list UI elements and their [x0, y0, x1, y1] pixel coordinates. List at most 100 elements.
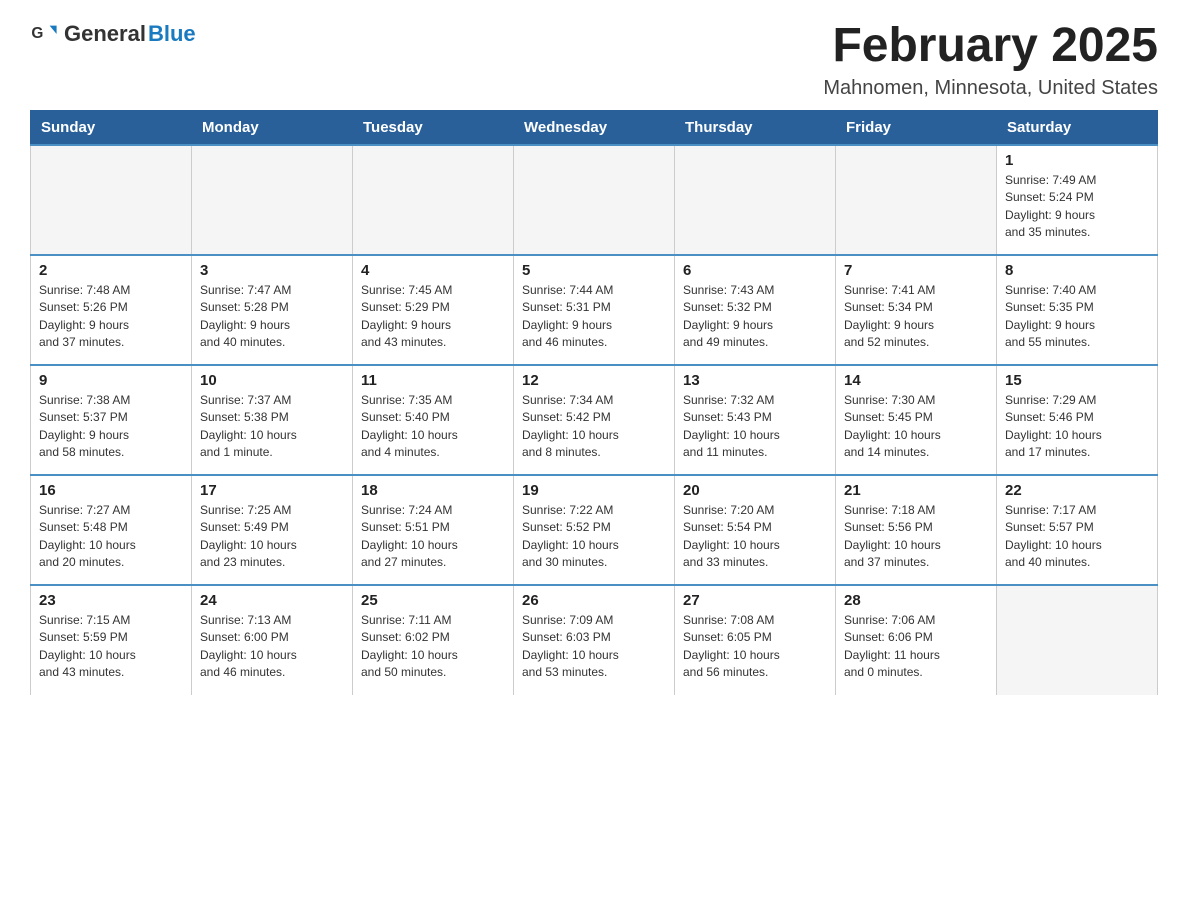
calendar-cell: 23 Sunrise: 7:15 AM Sunset: 5:59 PM Dayli…	[31, 585, 192, 695]
calendar-cell: 24 Sunrise: 7:13 AM Sunset: 6:00 PM Dayli…	[192, 585, 353, 695]
calendar-cell: 5 Sunrise: 7:44 AM Sunset: 5:31 PM Daylig…	[514, 255, 675, 365]
day-number: 27	[683, 592, 827, 609]
day-number: 12	[522, 372, 666, 389]
calendar-cell: 6 Sunrise: 7:43 AM Sunset: 5:32 PM Daylig…	[675, 255, 836, 365]
day-number: 23	[39, 592, 183, 609]
calendar-cell: 9Sunrise: 7:38 AM Sunset: 5:37 PM Daylig…	[31, 365, 192, 475]
calendar-cell: 27 Sunrise: 7:08 AM Sunset: 6:05 PM Dayli…	[675, 585, 836, 695]
calendar-title: February 2025	[823, 20, 1158, 73]
calendar-cell: 12 Sunrise: 7:34 AM Sunset: 5:42 PM Dayli…	[514, 365, 675, 475]
calendar-cell: 15Sunrise: 7:29 AM Sunset: 5:46 PM Dayli…	[997, 365, 1158, 475]
day-info: Sunrise: 7:13 AM Sunset: 6:00 PM Dayligh…	[200, 612, 344, 682]
day-number: 6	[683, 262, 827, 279]
day-info: Sunrise: 7:48 AM Sunset: 5:26 PM Dayligh…	[39, 282, 183, 352]
day-number: 7	[844, 262, 988, 279]
svg-text:G: G	[31, 25, 43, 42]
calendar-cell	[353, 145, 514, 255]
day-number: 1	[1005, 152, 1149, 169]
day-number: 8	[1005, 262, 1149, 279]
calendar-cell: 3Sunrise: 7:47 AM Sunset: 5:28 PM Daylig…	[192, 255, 353, 365]
calendar-week-3: 9Sunrise: 7:38 AM Sunset: 5:37 PM Daylig…	[31, 365, 1158, 475]
day-number: 20	[683, 482, 827, 499]
calendar-cell: 2 Sunrise: 7:48 AM Sunset: 5:26 PM Daylig…	[31, 255, 192, 365]
calendar-cell: 28 Sunrise: 7:06 AM Sunset: 6:06 PM Dayli…	[836, 585, 997, 695]
calendar-cell: 21 Sunrise: 7:18 AM Sunset: 5:56 PM Dayli…	[836, 475, 997, 585]
logo-blue: Blue	[148, 21, 196, 46]
calendar-cell	[192, 145, 353, 255]
day-info: Sunrise: 7:34 AM Sunset: 5:42 PM Dayligh…	[522, 392, 666, 462]
weekday-header-row: SundayMondayTuesdayWednesdayThursdayFrid…	[31, 110, 1158, 145]
day-info: Sunrise: 7:40 AM Sunset: 5:35 PM Dayligh…	[1005, 282, 1149, 352]
logo-general: General	[64, 21, 146, 46]
calendar-body: 1 Sunrise: 7:49 AM Sunset: 5:24 PM Daylig…	[31, 145, 1158, 695]
day-info: Sunrise: 7:24 AM Sunset: 5:51 PM Dayligh…	[361, 502, 505, 572]
day-info: Sunrise: 7:18 AM Sunset: 5:56 PM Dayligh…	[844, 502, 988, 572]
page-header: G GeneralBlue February 2025 Mahnomen, Mi…	[30, 20, 1158, 100]
calendar-cell: 22 Sunrise: 7:17 AM Sunset: 5:57 PM Dayli…	[997, 475, 1158, 585]
calendar-cell: 20 Sunrise: 7:20 AM Sunset: 5:54 PM Dayli…	[675, 475, 836, 585]
day-number: 26	[522, 592, 666, 609]
calendar-header: SundayMondayTuesdayWednesdayThursdayFrid…	[31, 110, 1158, 145]
calendar-subtitle: Mahnomen, Minnesota, United States	[823, 77, 1158, 100]
calendar-cell: 17Sunrise: 7:25 AM Sunset: 5:49 PM Dayli…	[192, 475, 353, 585]
calendar-cell: 8 Sunrise: 7:40 AM Sunset: 5:35 PM Daylig…	[997, 255, 1158, 365]
day-number: 11	[361, 372, 505, 389]
day-info: Sunrise: 7:25 AM Sunset: 5:49 PM Dayligh…	[200, 502, 344, 572]
day-number: 15	[1005, 372, 1149, 389]
calendar-cell	[836, 145, 997, 255]
day-info: Sunrise: 7:45 AM Sunset: 5:29 PM Dayligh…	[361, 282, 505, 352]
day-number: 2	[39, 262, 183, 279]
weekday-friday: Friday	[836, 110, 997, 145]
day-info: Sunrise: 7:09 AM Sunset: 6:03 PM Dayligh…	[522, 612, 666, 682]
day-number: 10	[200, 372, 344, 389]
calendar-cell	[31, 145, 192, 255]
day-info: Sunrise: 7:30 AM Sunset: 5:45 PM Dayligh…	[844, 392, 988, 462]
calendar-cell: 25Sunrise: 7:11 AM Sunset: 6:02 PM Dayli…	[353, 585, 514, 695]
day-number: 28	[844, 592, 988, 609]
day-info: Sunrise: 7:20 AM Sunset: 5:54 PM Dayligh…	[683, 502, 827, 572]
calendar-cell	[514, 145, 675, 255]
calendar-cell: 18 Sunrise: 7:24 AM Sunset: 5:51 PM Dayli…	[353, 475, 514, 585]
weekday-sunday: Sunday	[31, 110, 192, 145]
calendar-cell: 26 Sunrise: 7:09 AM Sunset: 6:03 PM Dayli…	[514, 585, 675, 695]
weekday-tuesday: Tuesday	[353, 110, 514, 145]
day-info: Sunrise: 7:47 AM Sunset: 5:28 PM Dayligh…	[200, 282, 344, 352]
calendar-cell: 11Sunrise: 7:35 AM Sunset: 5:40 PM Dayli…	[353, 365, 514, 475]
logo-text: GeneralBlue	[64, 22, 196, 46]
day-number: 18	[361, 482, 505, 499]
calendar-cell: 7 Sunrise: 7:41 AM Sunset: 5:34 PM Daylig…	[836, 255, 997, 365]
weekday-thursday: Thursday	[675, 110, 836, 145]
calendar-cell: 10 Sunrise: 7:37 AM Sunset: 5:38 PM Dayli…	[192, 365, 353, 475]
day-info: Sunrise: 7:41 AM Sunset: 5:34 PM Dayligh…	[844, 282, 988, 352]
day-number: 9	[39, 372, 183, 389]
day-number: 21	[844, 482, 988, 499]
logo-icon: G	[30, 20, 58, 48]
day-info: Sunrise: 7:44 AM Sunset: 5:31 PM Dayligh…	[522, 282, 666, 352]
day-number: 24	[200, 592, 344, 609]
day-info: Sunrise: 7:15 AM Sunset: 5:59 PM Dayligh…	[39, 612, 183, 682]
day-info: Sunrise: 7:32 AM Sunset: 5:43 PM Dayligh…	[683, 392, 827, 462]
day-number: 19	[522, 482, 666, 499]
day-info: Sunrise: 7:49 AM Sunset: 5:24 PM Dayligh…	[1005, 172, 1149, 242]
calendar-week-1: 1 Sunrise: 7:49 AM Sunset: 5:24 PM Daylig…	[31, 145, 1158, 255]
calendar-cell: 1 Sunrise: 7:49 AM Sunset: 5:24 PM Daylig…	[997, 145, 1158, 255]
day-number: 4	[361, 262, 505, 279]
calendar-cell: 19 Sunrise: 7:22 AM Sunset: 5:52 PM Dayli…	[514, 475, 675, 585]
calendar-cell: 13 Sunrise: 7:32 AM Sunset: 5:43 PM Dayli…	[675, 365, 836, 475]
weekday-monday: Monday	[192, 110, 353, 145]
calendar-cell: 16Sunrise: 7:27 AM Sunset: 5:48 PM Dayli…	[31, 475, 192, 585]
day-info: Sunrise: 7:27 AM Sunset: 5:48 PM Dayligh…	[39, 502, 183, 572]
day-info: Sunrise: 7:08 AM Sunset: 6:05 PM Dayligh…	[683, 612, 827, 682]
day-info: Sunrise: 7:37 AM Sunset: 5:38 PM Dayligh…	[200, 392, 344, 462]
weekday-saturday: Saturday	[997, 110, 1158, 145]
day-info: Sunrise: 7:22 AM Sunset: 5:52 PM Dayligh…	[522, 502, 666, 572]
day-number: 5	[522, 262, 666, 279]
day-info: Sunrise: 7:06 AM Sunset: 6:06 PM Dayligh…	[844, 612, 988, 682]
day-number: 13	[683, 372, 827, 389]
weekday-wednesday: Wednesday	[514, 110, 675, 145]
calendar-cell	[675, 145, 836, 255]
day-number: 25	[361, 592, 505, 609]
day-info: Sunrise: 7:43 AM Sunset: 5:32 PM Dayligh…	[683, 282, 827, 352]
day-info: Sunrise: 7:17 AM Sunset: 5:57 PM Dayligh…	[1005, 502, 1149, 572]
day-number: 22	[1005, 482, 1149, 499]
